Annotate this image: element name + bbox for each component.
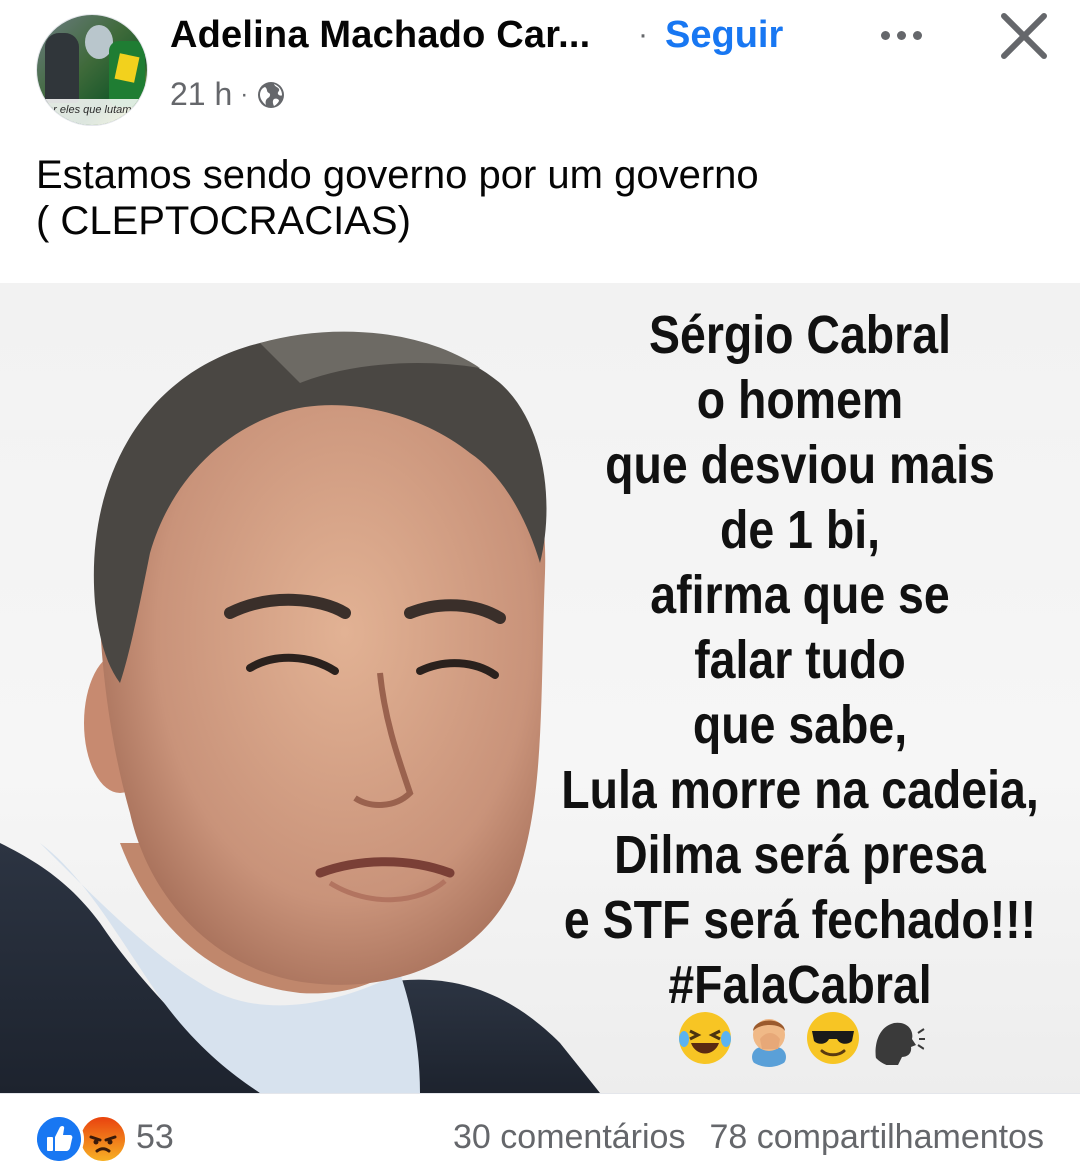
caption-line: Estamos sendo governo por um governo	[36, 153, 759, 197]
avatar-caption: por eles que lutamos	[37, 99, 147, 125]
comments-count[interactable]: 30 comentários	[453, 1118, 685, 1157]
reaction-count[interactable]: 53	[136, 1118, 174, 1157]
post-caption: Estamos sendo governo por um governo ( C…	[36, 152, 1046, 244]
more-dot-icon	[880, 30, 890, 40]
globe-icon	[258, 81, 285, 108]
post-time[interactable]: 21 h	[170, 76, 232, 113]
image-text-line: falar tudo	[694, 630, 906, 690]
speaking-head-emoji-icon	[875, 1022, 925, 1065]
image-text-line: que desviou mais	[605, 435, 995, 495]
post-header: por eles que lutamos Adelina Machado Car…	[0, 0, 1080, 140]
image-text-line: Dilma será presa	[614, 825, 986, 885]
laughing-tears-emoji-icon	[679, 1012, 731, 1064]
post-footer: 53 30 comentários 78 compartilhamentos	[0, 1094, 1080, 1164]
like-reaction-icon[interactable]	[34, 1114, 84, 1164]
name-separator: ·	[638, 18, 648, 51]
more-dot-icon	[896, 30, 906, 40]
angry-reaction-icon[interactable]	[78, 1114, 128, 1164]
follow-button[interactable]: Seguir	[665, 14, 783, 57]
caption-line: ( CLEPTOCRACIAS)	[36, 199, 411, 243]
more-dot-icon	[912, 30, 922, 40]
author-name[interactable]: Adelina Machado Car...	[170, 14, 590, 57]
avatar-figure	[45, 33, 79, 103]
image-text-line: afirma que se	[650, 565, 950, 625]
image-text-line: de 1 bi,	[719, 500, 880, 560]
close-icon[interactable]	[996, 8, 1052, 64]
man-portrait-illustration	[0, 331, 600, 1093]
image-text-line: e STF será fechado!!!	[563, 890, 1037, 950]
avatar[interactable]: por eles que lutamos	[36, 14, 148, 126]
sunglasses-emoji-icon	[807, 1012, 859, 1064]
emoji-row	[676, 1008, 926, 1068]
image-text-line: Sérgio Cabral	[649, 305, 951, 365]
image-text-line: Lula morre na cadeia,	[561, 760, 1039, 820]
meta-separator: ·	[240, 80, 249, 108]
image-text-line: que sabe,	[692, 695, 908, 755]
post-image[interactable]: Sérgio Cabral o homem que desviou mais d…	[0, 283, 1080, 1093]
image-text: Sérgio Cabral o homem que desviou mais d…	[551, 303, 1050, 1018]
post-stats: 30 comentários 78 compartilhamentos	[453, 1118, 1044, 1157]
post-meta: 21 h ·	[170, 76, 286, 113]
image-text-line: o homem	[696, 370, 904, 430]
facepalm-emoji-icon	[752, 1019, 786, 1067]
shares-count[interactable]: 78 compartilhamentos	[709, 1118, 1044, 1157]
more-options-button[interactable]	[870, 10, 932, 60]
